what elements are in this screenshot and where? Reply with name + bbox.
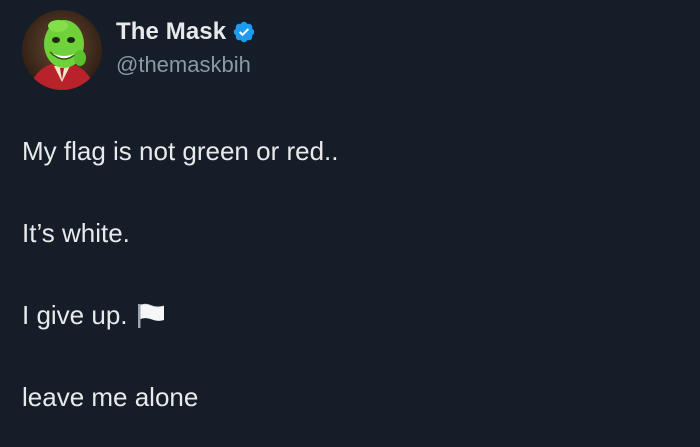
verified-badge-icon xyxy=(233,21,255,43)
tweet-line-3: I give up. xyxy=(22,300,682,330)
tweet-line-text: My flag is not green or red.. xyxy=(22,136,339,166)
author-names: The Mask @themaskbih xyxy=(116,18,256,78)
display-name[interactable]: The Mask xyxy=(116,18,226,46)
tweet-line-text: leave me alone xyxy=(22,382,199,412)
tweet-line-2: It’s white. xyxy=(22,218,682,248)
white-flag-icon xyxy=(137,303,164,328)
tweet-header: The Mask @themaskbih xyxy=(22,10,256,90)
tweet-line-text: It’s white. xyxy=(22,218,130,248)
tweet-line-4: leave me alone xyxy=(22,382,682,412)
tweet-text: My flag is not green or red.. It’s white… xyxy=(22,136,682,412)
avatar[interactable] xyxy=(22,10,102,90)
tweet-line-1: My flag is not green or red.. xyxy=(22,136,682,166)
name-row: The Mask xyxy=(116,18,256,46)
tweet-card: The Mask @themaskbih My flag is not gree… xyxy=(0,0,700,447)
tweet-line-text: I give up. xyxy=(22,300,128,330)
user-handle[interactable]: @themaskbih xyxy=(116,52,256,78)
